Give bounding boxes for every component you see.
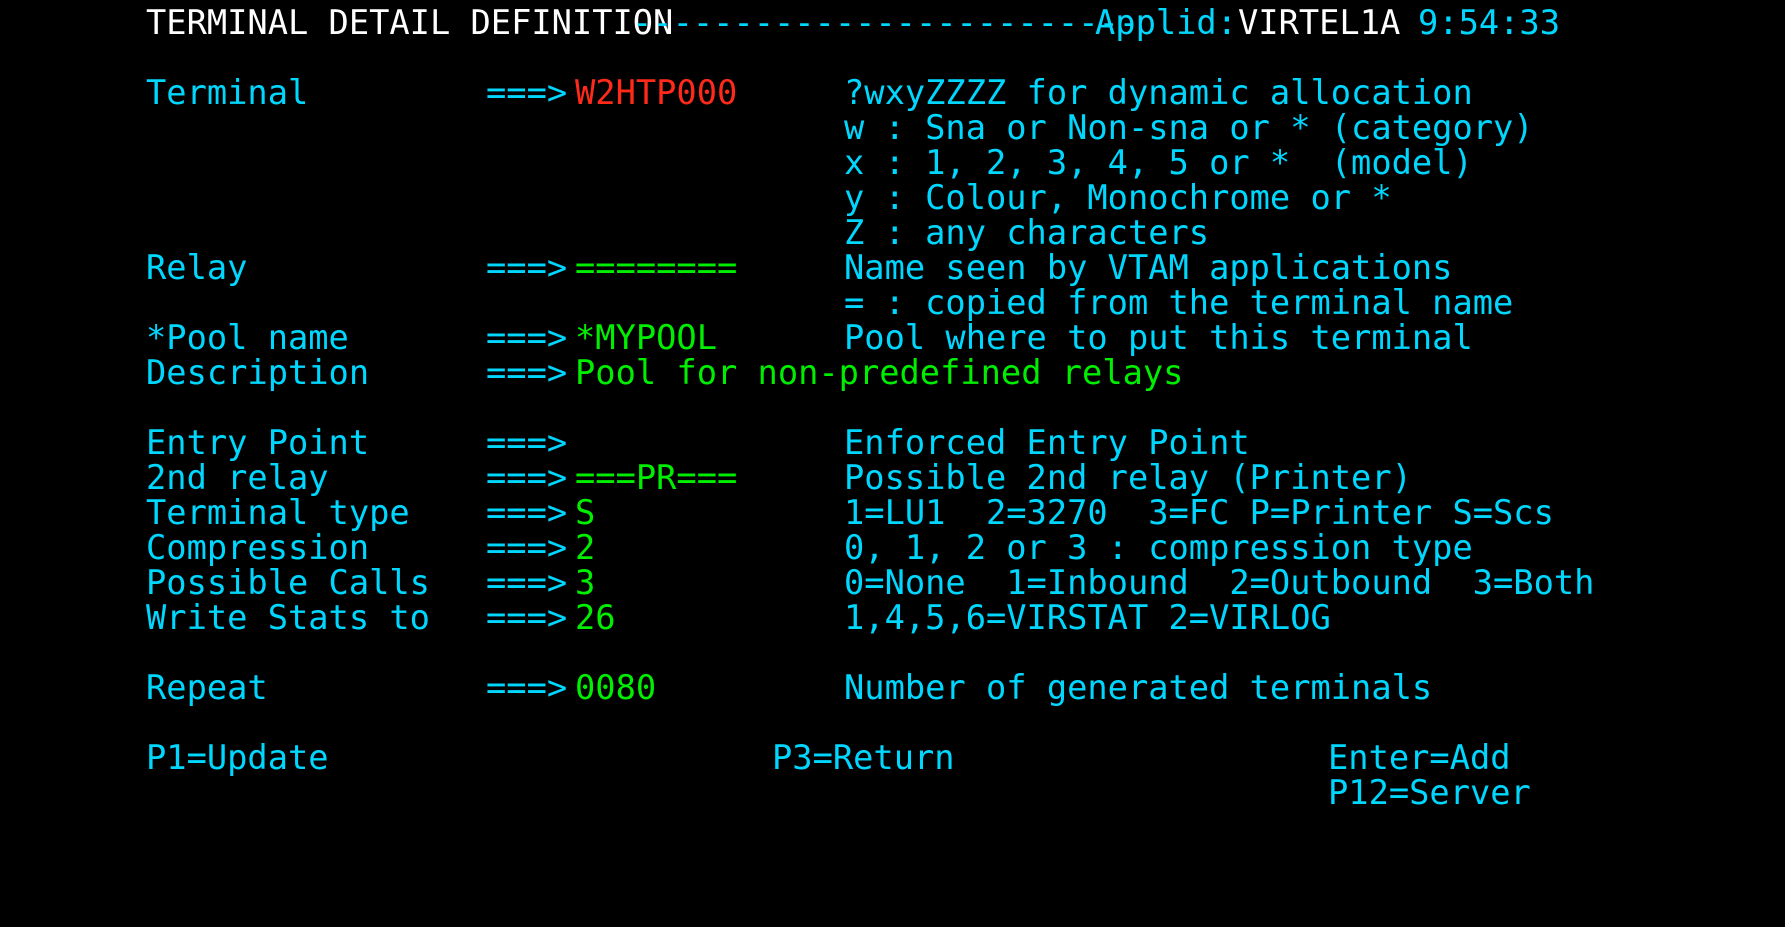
relay-help-2: = : copied from the terminal name xyxy=(844,283,1514,322)
applid-value: VIRTEL1A xyxy=(1238,3,1401,42)
pool-name-arrow: ===> xyxy=(486,318,568,357)
relay-label: Relay xyxy=(146,248,248,287)
terminal-help-1: ?wxyZZZZ for dynamic allocation xyxy=(844,73,1473,112)
compression-help: 0, 1, 2 or 3 : compression type xyxy=(844,528,1473,567)
terminal-type-arrow: ===> xyxy=(486,493,568,532)
applid-label: Applid: xyxy=(1095,3,1237,42)
description-label: Description xyxy=(146,353,370,392)
title-separator: ------------------------- xyxy=(632,3,1140,42)
compression-arrow: ===> xyxy=(486,528,568,567)
repeat-label: Repeat xyxy=(146,668,268,707)
write-stats-label: Write Stats to xyxy=(146,598,430,637)
terminal-screen: { "header": { "title": "TERMINAL DETAIL … xyxy=(0,0,1785,927)
enter-add-key[interactable]: Enter=Add xyxy=(1328,738,1511,778)
relay-help-1: Name seen by VTAM applications xyxy=(844,248,1453,287)
possible-calls-arrow: ===> xyxy=(486,563,568,602)
repeat-help: Number of generated terminals xyxy=(844,668,1433,707)
repeat-input[interactable]: 0080 xyxy=(575,668,656,708)
pf3-return-key[interactable]: P3=Return xyxy=(772,738,955,778)
possible-calls-help: 0=None 1=Inbound 2=Outbound 3=Both xyxy=(844,563,1595,602)
entry-point-input[interactable] xyxy=(575,423,755,459)
pool-name-label: *Pool name xyxy=(146,318,349,357)
write-stats-arrow: ===> xyxy=(486,598,568,637)
terminal-help-5: Z : any characters xyxy=(844,213,1210,252)
write-stats-input[interactable]: 26 xyxy=(575,598,616,638)
repeat-arrow: ===> xyxy=(486,668,568,707)
relay-arrow: ===> xyxy=(486,248,568,287)
second-relay-input[interactable]: ===PR=== xyxy=(575,458,737,498)
second-relay-arrow: ===> xyxy=(486,458,568,497)
entry-point-label: Entry Point xyxy=(146,423,370,462)
terminal-help-4: y : Colour, Monochrome or * xyxy=(844,178,1392,217)
second-relay-help: Possible 2nd relay (Printer) xyxy=(844,458,1412,497)
possible-calls-label: Possible Calls xyxy=(146,563,430,602)
terminal-help-3: x : 1, 2, 3, 4, 5 or * (model) xyxy=(844,143,1473,182)
terminal-type-help: 1=LU1 2=3270 3=FC P=Printer S=Scs xyxy=(844,493,1554,532)
pool-name-input[interactable]: *MYPOOL xyxy=(575,318,717,358)
compression-label: Compression xyxy=(146,528,370,567)
possible-calls-input[interactable]: 3 xyxy=(575,563,595,603)
clock-time: 9:54:33 xyxy=(1418,3,1560,42)
entry-point-arrow: ===> xyxy=(486,423,568,462)
screen-title: TERMINAL DETAIL DEFINITION xyxy=(146,3,674,42)
second-relay-label: 2nd relay xyxy=(146,458,329,497)
terminal-type-label: Terminal type xyxy=(146,493,410,532)
pool-name-help: Pool where to put this terminal xyxy=(844,318,1473,357)
relay-input[interactable]: ======== xyxy=(575,248,737,288)
entry-point-help: Enforced Entry Point xyxy=(844,423,1250,462)
terminal-type-input[interactable]: S xyxy=(575,493,595,533)
description-arrow: ===> xyxy=(486,353,568,392)
pf1-update-key[interactable]: P1=Update xyxy=(146,738,329,778)
compression-input[interactable]: 2 xyxy=(575,528,595,568)
write-stats-help: 1,4,5,6=VIRSTAT 2=VIRLOG xyxy=(844,598,1331,637)
pf12-server-key[interactable]: P12=Server xyxy=(1328,773,1531,813)
terminal-help-2: w : Sna or Non-sna or * (category) xyxy=(844,108,1534,147)
terminal-arrow: ===> xyxy=(486,73,568,112)
terminal-label: Terminal xyxy=(146,73,309,112)
terminal-input[interactable]: W2HTP000 xyxy=(575,73,737,113)
description-input[interactable]: Pool for non-predefined relays xyxy=(575,353,1183,393)
